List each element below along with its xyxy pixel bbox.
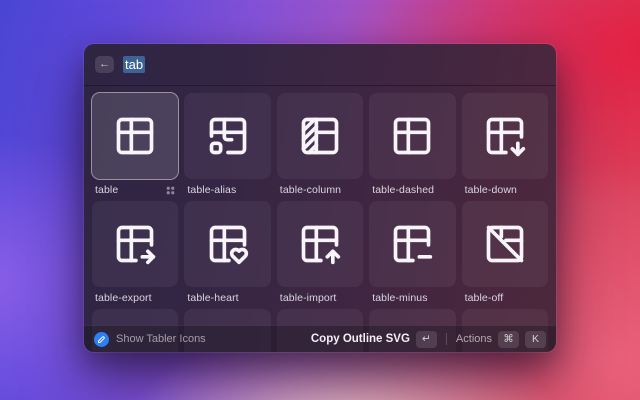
tile-label: table-column (280, 184, 341, 196)
footer-app-name: Show Tabler Icons (116, 333, 206, 345)
tile-label: table-minus (372, 292, 427, 304)
icon-tile-table-alias[interactable] (184, 93, 270, 179)
tile-label: table (95, 184, 118, 196)
table-down-icon (483, 114, 527, 158)
icon-tile-table-column[interactable] (277, 93, 363, 179)
grid-cell: table-heart (184, 201, 270, 309)
back-button[interactable]: ← (95, 56, 114, 73)
table-dashed-icon (390, 114, 434, 158)
icon-grid: table table-alias table-column table-dashed… (84, 86, 556, 309)
icon-tile-table-down[interactable] (462, 93, 548, 179)
footer: Show Tabler Icons Copy Outline SVG ↵ Act… (84, 325, 556, 352)
grid-cell: table-export (92, 201, 178, 309)
tile-label-row: table-down (462, 179, 548, 201)
grid-cell: table-off (462, 201, 548, 309)
icon-tile-table-minus[interactable] (369, 201, 455, 287)
tabler-logo-icon (94, 332, 109, 347)
table-off-icon (483, 222, 527, 266)
footer-separator (446, 333, 447, 345)
table-minus-icon (390, 222, 434, 266)
table-icon (113, 114, 157, 158)
raycast-window: ← tab table table-alias table-column table-… (84, 44, 556, 352)
table-heart-icon (206, 222, 250, 266)
tile-label: table-down (465, 184, 517, 196)
back-arrow-icon: ← (99, 59, 110, 70)
tile-label: table-dashed (372, 184, 434, 196)
grid-cell: table-column (277, 93, 363, 201)
tile-label-row: table-heart (184, 287, 270, 309)
tile-label-row: table-minus (369, 287, 455, 309)
grid-cell: table-import (277, 201, 363, 309)
icon-tile-table-export[interactable] (92, 201, 178, 287)
footer-actions-group: Copy Outline SVG ↵ Actions ⌘ K (311, 331, 546, 348)
tile-label-row: table-column (277, 179, 363, 201)
icon-tile-table-dashed[interactable] (369, 93, 455, 179)
copy-outline-svg-button[interactable]: Copy Outline SVG (311, 333, 410, 345)
tile-label-row: table (92, 179, 178, 201)
grid-cell: table-minus (369, 201, 455, 309)
table-export-icon (113, 222, 157, 266)
grid-cell: table-down (462, 93, 548, 201)
tile-label-row: table-off (462, 287, 548, 309)
table-column-icon (298, 114, 342, 158)
icon-tile-table[interactable] (92, 93, 178, 179)
tile-label-row: table-import (277, 287, 363, 309)
search-header: ← tab (84, 44, 556, 85)
icon-tile-table-off[interactable] (462, 201, 548, 287)
icon-tile-table-heart[interactable] (184, 201, 270, 287)
actions-button[interactable]: Actions (456, 333, 492, 345)
tile-label: table-import (280, 292, 337, 304)
grid-accessory-icon (166, 186, 175, 195)
search-input[interactable]: tab (123, 58, 145, 71)
icon-tile-table-import[interactable] (277, 201, 363, 287)
tile-label: table-alias (187, 184, 236, 196)
search-query-selected-text: tab (123, 56, 145, 73)
tile-label: table-off (465, 292, 504, 304)
tile-label: table-heart (187, 292, 238, 304)
tile-label-row: table-dashed (369, 179, 455, 201)
tile-label-row: table-export (92, 287, 178, 309)
command-key-badge: ⌘ (498, 331, 519, 348)
grid-cell: table (92, 93, 178, 201)
return-key-badge: ↵ (416, 331, 437, 348)
table-import-icon (298, 222, 342, 266)
grid-cell: table-dashed (369, 93, 455, 201)
k-key-badge: K (525, 331, 546, 348)
grid-cell: table-alias (184, 93, 270, 201)
tile-label: table-export (95, 292, 152, 304)
tile-label-row: table-alias (184, 179, 270, 201)
table-alias-icon (206, 114, 250, 158)
